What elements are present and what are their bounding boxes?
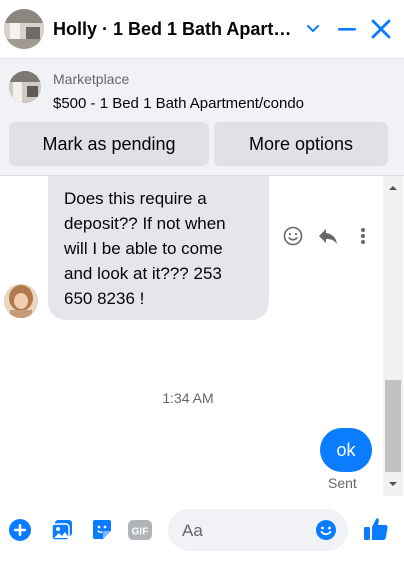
message-thread: Does this require a deposit?? If not whe… (0, 176, 404, 496)
marketplace-label: Marketplace (53, 71, 130, 87)
sender-avatar[interactable] (4, 284, 38, 318)
listing-thumbnail[interactable] (9, 71, 41, 103)
conversation-title[interactable]: Holly · 1 Bed 1 Bath Apart… (53, 19, 291, 40)
mark-as-pending-button[interactable]: Mark as pending (9, 122, 209, 166)
thumbs-up-icon[interactable] (361, 514, 391, 544)
message-line: and look at it??? 253 (64, 264, 222, 283)
sent-status: Sent (328, 475, 357, 491)
more-vertical-icon[interactable] (351, 224, 375, 248)
close-icon[interactable] (367, 14, 395, 44)
chevron-down-icon[interactable] (299, 14, 327, 44)
svg-text:GIF: GIF (132, 527, 149, 538)
marketplace-listing-card: Marketplace $500 - 1 Bed 1 Bath Apartmen… (0, 59, 404, 176)
more-options-button[interactable]: More options (214, 122, 388, 166)
message-composer: GIF (0, 496, 404, 568)
emoji-icon[interactable] (314, 518, 338, 542)
smile-icon[interactable] (281, 224, 305, 248)
sticker-icon[interactable] (88, 516, 116, 544)
incoming-message-bubble[interactable]: Does this require a deposit?? If not whe… (48, 176, 269, 320)
message-input-wrapper (168, 509, 348, 553)
outgoing-message-bubble[interactable]: ok (320, 428, 372, 472)
message-line: Does this require a (64, 189, 207, 208)
minimize-icon[interactable] (333, 14, 361, 44)
plus-circle-icon[interactable] (6, 516, 34, 544)
scrollbar-thumb[interactable] (385, 380, 401, 472)
scroll-down-arrow-icon[interactable] (383, 476, 403, 492)
message-line: will I be able to come (64, 239, 223, 258)
chat-header: Holly · 1 Bed 1 Bath Apart… (0, 0, 404, 59)
thread-scrollbar[interactable] (383, 176, 403, 496)
message-line: 650 8236 ! (64, 289, 145, 308)
apartment-photo-avatar[interactable] (4, 9, 44, 49)
reply-icon[interactable] (316, 224, 340, 248)
photo-icon[interactable] (48, 516, 76, 544)
scroll-up-arrow-icon[interactable] (383, 180, 403, 196)
message-line: deposit?? If not when (64, 214, 226, 233)
message-timestamp: 1:34 AM (162, 390, 214, 406)
listing-title[interactable]: $500 - 1 Bed 1 Bath Apartment/condo (53, 95, 304, 112)
message-input[interactable] (180, 509, 314, 553)
gif-icon[interactable]: GIF (126, 516, 154, 544)
